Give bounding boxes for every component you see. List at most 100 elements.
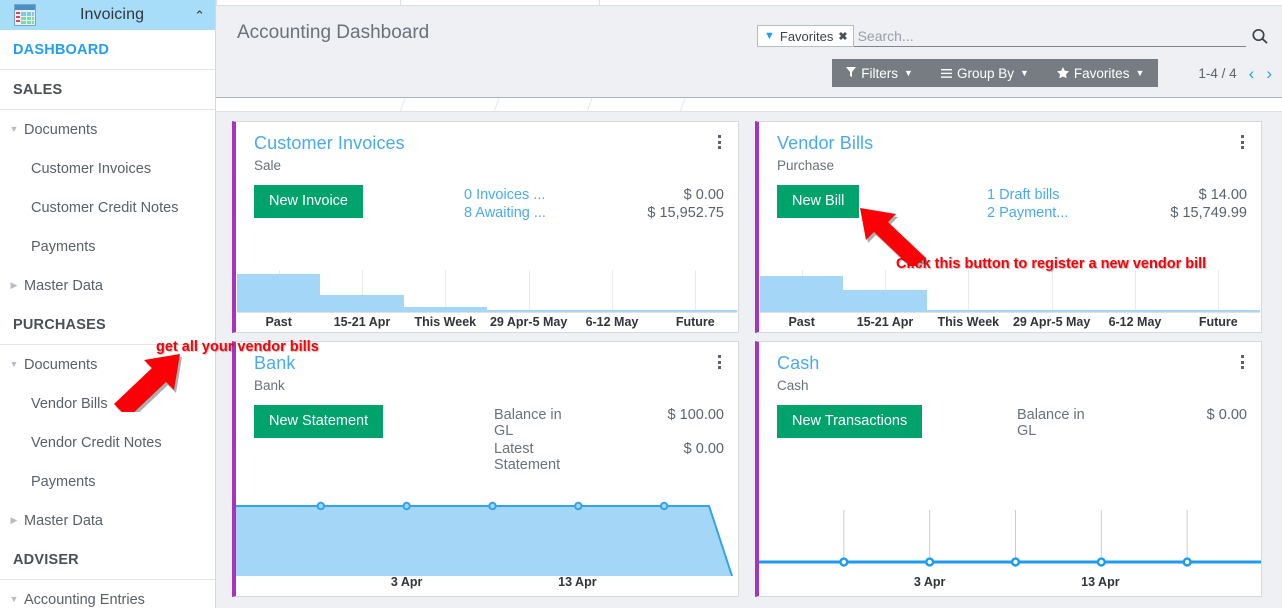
search-area: ▼ Favorites ✖ — [757, 24, 1272, 48]
sidebar-item-label: Vendor Credit Notes — [31, 434, 162, 451]
sidebar-group-accounting-entries[interactable]: ▼ Accounting Entries — [0, 580, 215, 608]
sidebar-group-label: Master Data — [24, 277, 103, 294]
card-stats: Balance in GL $ 100.00 Latest Statement … — [494, 405, 724, 473]
stat-value: $ 15,749.99 — [1170, 205, 1247, 221]
axis-tick-label: 15-21 Apr — [856, 315, 914, 329]
sidebar-item-label: Payments — [31, 473, 96, 490]
sidebar-item-sales-payments[interactable]: Payments — [0, 227, 215, 266]
stat-value: $ 0.00 — [1206, 407, 1247, 423]
favorites-label: Favorites — [1073, 65, 1130, 81]
stat-value: $ 14.00 — [1198, 187, 1247, 203]
caret-down-icon[interactable]: ▼ — [8, 360, 20, 369]
caret-right-icon[interactable]: ▶ — [8, 281, 20, 290]
sidebar-item-label: DASHBOARD — [13, 41, 110, 58]
card-stats: 1 Draft bills $ 14.00 2 Payment... $ 15,… — [987, 185, 1247, 221]
sidebar-item-label: Customer Credit Notes — [31, 199, 179, 216]
sidebar-item-vendor-credit-notes[interactable]: Vendor Credit Notes — [0, 423, 215, 462]
bar-column — [760, 270, 844, 312]
search-input-wrapper[interactable] — [853, 25, 1246, 47]
card-title[interactable]: Vendor Bills — [777, 133, 1247, 154]
bar-column — [1176, 270, 1260, 312]
card-body: New Invoice 0 Invoices ... $ 0.00 8 Awai… — [236, 173, 738, 270]
card-cash[interactable]: Cash Cash New Transactions Balance in GL… — [755, 341, 1262, 597]
axis-tick-label: 6-12 May — [1108, 315, 1162, 329]
group-by-button[interactable]: Group By ▼ — [927, 59, 1043, 87]
kebab-menu-icon[interactable] — [712, 353, 726, 371]
filter-bar-buttons: Filters ▼ Group By ▼ Favorites ▼ — [832, 59, 1159, 87]
axis-tick-label: Future — [1198, 315, 1238, 329]
card-subtitle: Bank — [254, 378, 285, 393]
sidebar-section-adviser: ADVISER — [0, 540, 215, 580]
stat-value: $ 0.00 — [683, 441, 724, 457]
chevron-down-icon: ▼ — [1020, 68, 1029, 78]
sidebar-group-purchases-master-data[interactable]: ▶ Master Data — [0, 501, 215, 540]
filter-funnel-icon: ▼ — [764, 29, 775, 42]
bar-column — [237, 270, 321, 312]
card-header: Vendor Bills Purchase — [759, 122, 1261, 173]
axis-tick-label: 15-21 Apr — [333, 315, 391, 329]
kebab-menu-icon[interactable] — [1235, 353, 1249, 371]
stat-label[interactable]: 2 Payment... — [987, 205, 1164, 221]
new-statement-button[interactable]: New Statement — [254, 405, 384, 438]
stat-label: Latest Statement — [494, 441, 561, 473]
group-by-label: Group By — [956, 65, 1014, 81]
filters-label: Filters — [861, 65, 899, 81]
axis-tick-label: 29 Apr-5 May — [489, 315, 568, 329]
new-invoice-button[interactable]: New Invoice — [254, 185, 363, 218]
search-input[interactable] — [853, 27, 1246, 44]
stat-label: Balance in GL — [494, 407, 562, 439]
app-header[interactable]: Invoicing ⌃ — [0, 0, 215, 30]
stat-label[interactable]: 0 Invoices ... — [464, 187, 641, 203]
filters-button[interactable]: Filters ▼ — [832, 59, 927, 87]
stat-label[interactable]: 1 Draft bills — [987, 187, 1164, 203]
funnel-icon — [846, 66, 857, 81]
card-subtitle: Cash — [777, 378, 809, 393]
axis-tick-label: 13 Apr — [1081, 575, 1120, 589]
caret-down-icon[interactable]: ▼ — [8, 125, 20, 134]
chart-customer-invoices: Past 15-21 Apr This Week 29 Apr-5 May 6-… — [237, 270, 737, 332]
axis-tick-label: 6-12 May — [585, 315, 639, 329]
facet-remove-icon[interactable]: ✖ — [838, 30, 847, 43]
card-customer-invoices[interactable]: Customer Invoices Sale New Invoice 0 Inv… — [232, 121, 739, 333]
control-panel: Accounting Dashboard ▼ Favorites ✖ Searc… — [216, 6, 1282, 98]
caret-right-icon[interactable]: ▶ — [8, 516, 20, 525]
card-subtitle: Purchase — [777, 158, 835, 173]
annotation-text-new-bill: Click this button to register a new vend… — [896, 256, 1207, 272]
sidebar-group-sales-master-data[interactable]: ▶ Master Data — [0, 266, 215, 305]
stat-value: $ 15,952.75 — [647, 205, 724, 221]
kebab-menu-icon[interactable] — [1235, 133, 1249, 151]
card-bank[interactable]: Bank Bank New Statement Balance in GL $ … — [232, 341, 739, 597]
card-body: New Statement Balance in GL $ 100.00 Lat… — [236, 393, 738, 500]
sidebar-item-dashboard[interactable]: DASHBOARD — [0, 30, 215, 70]
caret-down-icon[interactable]: ▼ — [8, 595, 20, 604]
search-facet-favorites[interactable]: ▼ Favorites ✖ — [757, 25, 854, 47]
axis-tick-label: Past — [265, 315, 292, 329]
card-title[interactable]: Customer Invoices — [254, 133, 724, 154]
sidebar-item-purchase-payments[interactable]: Payments — [0, 462, 215, 501]
favorites-button[interactable]: Favorites ▼ — [1043, 59, 1158, 87]
stat-label[interactable]: 8 Awaiting ... — [464, 205, 641, 221]
axis-tick-label: 3 Apr — [390, 575, 423, 589]
pager-previous-button[interactable]: ‹ — [1249, 65, 1255, 82]
card-title[interactable]: Bank — [254, 353, 724, 374]
annotation-arrow-vendor-bills — [114, 354, 182, 412]
card-header: Customer Invoices Sale — [236, 122, 738, 173]
screen-root: Invoicing ⌃ DASHBOARD SALES ▼ Documents … — [0, 0, 1282, 608]
bar-column — [843, 270, 927, 312]
kebab-menu-icon[interactable] — [712, 133, 726, 151]
search-icon[interactable] — [1246, 25, 1272, 47]
chevron-up-icon[interactable]: ⌃ — [194, 9, 205, 22]
sidebar-item-customer-credit-notes[interactable]: Customer Credit Notes — [0, 188, 215, 227]
bar-series — [237, 270, 737, 312]
card-title[interactable]: Cash — [777, 353, 1247, 374]
chart-cash: 3 Apr 13 Apr — [759, 500, 1261, 596]
sidebar-section-sales: SALES — [0, 70, 215, 110]
sidebar-item-customer-invoices[interactable]: Customer Invoices — [0, 149, 215, 188]
new-transactions-button[interactable]: New Transactions — [777, 405, 923, 438]
chart-axis-labels: 3 Apr 13 Apr — [759, 575, 1261, 593]
axis-tick-label: 3 Apr — [913, 575, 946, 589]
sidebar-group-sales-documents[interactable]: ▼ Documents — [0, 110, 215, 149]
card-stats: 0 Invoices ... $ 0.00 8 Awaiting ... $ 1… — [464, 185, 724, 221]
sidebar-section-label: SALES — [13, 81, 63, 98]
pager-next-button[interactable]: › — [1266, 65, 1272, 82]
